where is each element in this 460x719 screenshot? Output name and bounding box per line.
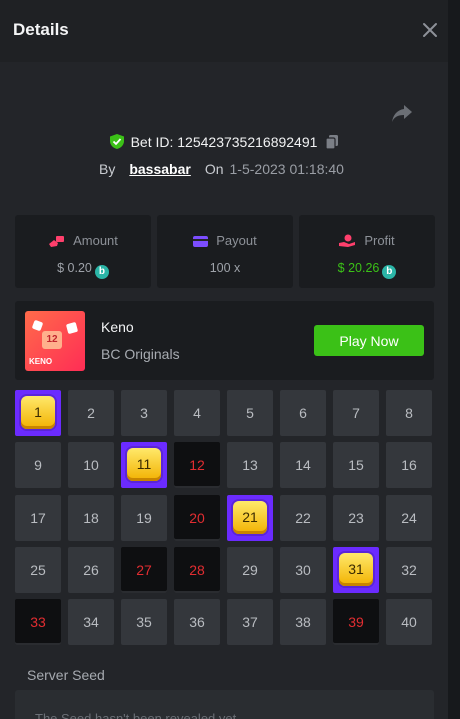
keno-tile[interactable]: 31 — [333, 547, 379, 593]
gem-icon: 1 — [21, 396, 55, 429]
server-seed-text: The Seed hasn't been revealed yet — [35, 711, 237, 719]
bet-timestamp: 1-5-2023 01:18:40 — [229, 161, 344, 177]
gem-icon: 31 — [339, 553, 373, 586]
keno-tile[interactable]: 38 — [280, 599, 326, 645]
keno-tile[interactable]: 40 — [386, 599, 432, 645]
close-icon[interactable] — [418, 18, 442, 42]
on-label: On — [204, 161, 224, 177]
keno-tile[interactable]: 34 — [68, 599, 114, 645]
panel-header: Details — [0, 0, 448, 62]
keno-tile[interactable]: 24 — [386, 495, 432, 541]
stat-amount: Amount $ 0.20 b — [15, 215, 151, 288]
copy-icon[interactable] — [325, 134, 339, 150]
amount-icon — [49, 236, 65, 247]
keno-tile[interactable]: 15 — [333, 442, 379, 488]
keno-tile[interactable]: 27 — [121, 547, 167, 593]
keno-tile[interactable]: 17 — [15, 495, 61, 541]
keno-tile[interactable]: 33 — [15, 599, 61, 645]
username-link[interactable]: bassabar — [129, 161, 190, 177]
keno-tile[interactable]: 29 — [227, 547, 273, 593]
game-provider: BC Originals — [101, 346, 180, 362]
amount-label: Amount — [73, 233, 118, 248]
thumbnail-tile: 12 — [42, 331, 62, 349]
by-label: By — [99, 161, 116, 177]
stat-profit: Profit $ 20.26 b — [299, 215, 435, 288]
shield-check-icon — [109, 134, 124, 149]
keno-tile[interactable]: 13 — [227, 442, 273, 488]
keno-tile[interactable]: 3 — [121, 390, 167, 436]
keno-tile[interactable]: 1 — [15, 390, 61, 436]
thumbnail-label: KENO — [29, 357, 53, 366]
keno-tile[interactable]: 18 — [68, 495, 114, 541]
profit-hand-icon — [339, 234, 356, 247]
keno-tile[interactable]: 39 — [333, 599, 379, 645]
keno-tile[interactable]: 21 — [227, 495, 273, 541]
keno-tile[interactable]: 12 — [174, 442, 220, 488]
keno-tile[interactable]: 23 — [333, 495, 379, 541]
keno-tile[interactable]: 37 — [227, 599, 273, 645]
keno-tile[interactable]: 16 — [386, 442, 432, 488]
keno-tile[interactable]: 11 — [121, 442, 167, 488]
keno-tile[interactable]: 32 — [386, 547, 432, 593]
bet-id-line: Bet ID: 125423735216892491 — [0, 133, 448, 150]
keno-tile[interactable]: 2 — [68, 390, 114, 436]
stat-payout: Payout 100 x — [157, 215, 293, 288]
page-edge — [448, 0, 460, 719]
game-name: Keno — [101, 319, 134, 335]
keno-tile[interactable]: 25 — [15, 547, 61, 593]
keno-tile[interactable]: 5 — [227, 390, 273, 436]
server-seed-box: The Seed hasn't been revealed yet — [15, 690, 434, 719]
keno-tile[interactable]: 36 — [174, 599, 220, 645]
details-panel: Details Bet ID: 125423735216892491 By bas… — [0, 0, 448, 719]
bet-byline: By bassabar On 1-5-2023 01:18:40 — [99, 161, 344, 177]
server-seed-label: Server Seed — [27, 667, 105, 683]
share-icon[interactable] — [390, 102, 414, 124]
keno-tile[interactable]: 26 — [68, 547, 114, 593]
keno-tile[interactable]: 35 — [121, 599, 167, 645]
profit-label: Profit — [364, 233, 395, 248]
keno-tile[interactable]: 30 — [280, 547, 326, 593]
keno-tile[interactable]: 7 — [333, 390, 379, 436]
gem-icon: 21 — [233, 501, 267, 534]
keno-tile[interactable]: 19 — [121, 495, 167, 541]
keno-tile[interactable]: 9 — [15, 442, 61, 488]
gem-icon: 11 — [127, 448, 161, 481]
keno-tile[interactable]: 28 — [174, 547, 220, 593]
keno-tile[interactable]: 6 — [280, 390, 326, 436]
keno-tile[interactable]: 20 — [174, 495, 220, 541]
keno-board: 1 2 3 4 5 6 7 8 9 10 11 12 13 14 15 16 17 18 19 20 21 22 23 24 2… — [15, 390, 435, 647]
keno-thumbnail[interactable]: 12 KENO — [25, 311, 85, 371]
keno-tile[interactable]: 4 — [174, 390, 220, 436]
bet-id: Bet ID: 125423735216892491 — [130, 134, 318, 150]
coin-icon: b — [94, 265, 109, 279]
play-now-button[interactable]: Play Now — [314, 325, 424, 356]
keno-tile[interactable]: 8 — [386, 390, 432, 436]
panel-title: Details — [13, 20, 69, 39]
keno-tile[interactable]: 22 — [280, 495, 326, 541]
wallet-icon — [193, 236, 209, 247]
amount-value: $ 0.20 — [57, 261, 92, 275]
payout-value: 100 x — [209, 261, 241, 275]
profit-value: $ 20.26 — [337, 261, 380, 275]
keno-tile[interactable]: 14 — [280, 442, 326, 488]
coin-icon: b — [382, 265, 397, 279]
game-card: 12 KENO Keno BC Originals Play Now — [15, 301, 434, 380]
keno-tile[interactable]: 10 — [68, 442, 114, 488]
payout-label: Payout — [216, 233, 257, 248]
